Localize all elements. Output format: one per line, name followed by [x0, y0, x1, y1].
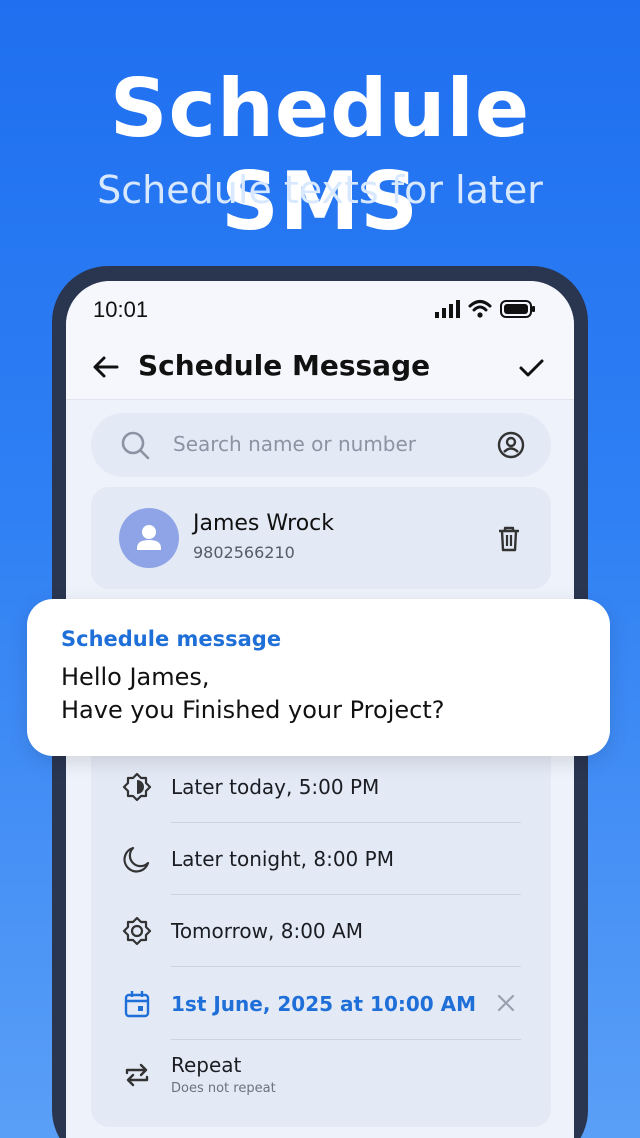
option-tomorrow[interactable]: Tomorrow, 8:00 AM	[91, 895, 551, 967]
signal-icon	[435, 300, 460, 318]
wifi-icon	[468, 300, 492, 318]
repeat-icon	[125, 1063, 149, 1087]
search-placeholder: Search name or number	[173, 432, 417, 456]
status-bar: 10:01	[66, 281, 574, 337]
option-sublabel: Does not repeat	[171, 1081, 276, 1096]
check-icon[interactable]	[516, 353, 546, 383]
search-input[interactable]: Search name or number	[91, 413, 551, 477]
message-text: Hello James, Have you Finished your Proj…	[61, 663, 445, 724]
hero-title: Schedule SMS	[109, 62, 531, 248]
calendar-icon	[124, 991, 150, 1018]
schedule-options: Later today, 5:00 PM Later tonight, 8:00…	[91, 741, 551, 1127]
status-time: 10:01	[93, 297, 149, 322]
option-later-today[interactable]: Later today, 5:00 PM	[91, 751, 551, 823]
app-bar: Schedule Message	[66, 337, 574, 400]
page-title: Schedule Message	[138, 349, 431, 382]
selected-contact: James Wrock 9802566210	[91, 487, 551, 589]
battery-icon	[500, 300, 535, 318]
avatar	[119, 508, 179, 568]
hero-subtitle: Schedule texts for later	[97, 168, 543, 212]
option-label: Tomorrow, 8:00 AM	[171, 919, 363, 943]
option-repeat[interactable]: Repeat Does not repeat	[91, 1031, 551, 1111]
option-label: Repeat	[171, 1053, 242, 1077]
message-preview-card[interactable]: Schedule message Hello James, Have you F…	[27, 599, 610, 756]
contact-name: James Wrock	[193, 511, 335, 536]
moon-icon	[123, 846, 150, 873]
divider	[171, 966, 521, 967]
option-custom-date[interactable]: 1st June, 2025 at 10:00 AM	[91, 968, 551, 1040]
trash-icon[interactable]	[495, 525, 523, 553]
option-label: 1st June, 2025 at 10:00 AM	[171, 992, 477, 1016]
option-later-tonight[interactable]: Later tonight, 8:00 PM	[91, 823, 551, 895]
arrow-left-icon[interactable]	[90, 351, 122, 383]
sun-gear-icon	[122, 916, 152, 946]
search-icon	[121, 431, 150, 460]
person-icon	[137, 525, 161, 550]
message-title: Schedule message	[61, 627, 282, 651]
brightness-icon	[122, 772, 152, 802]
option-label: Later today, 5:00 PM	[171, 775, 380, 799]
contact-number: 9802566210	[193, 543, 295, 562]
close-icon[interactable]	[495, 992, 517, 1014]
contact-picker-icon[interactable]	[497, 431, 525, 459]
option-label: Later tonight, 8:00 PM	[171, 847, 394, 871]
